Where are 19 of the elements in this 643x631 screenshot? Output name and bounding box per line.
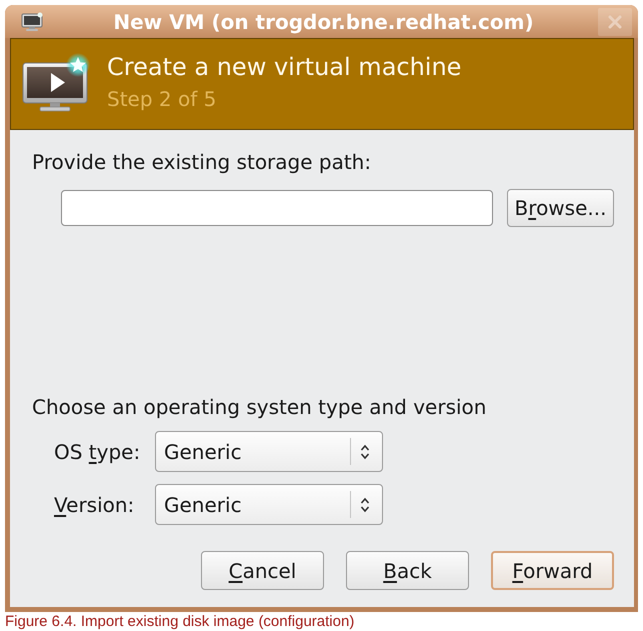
dialog-button[interactable]: Back [346, 551, 469, 590]
monitor-icon [21, 12, 43, 32]
storage-path-label: Provide the existing storage path: [32, 150, 372, 174]
up-down-chevron-icon [360, 496, 370, 512]
figure-caption: Figure 6.4. Import existing disk image (configuration) [5, 613, 356, 630]
close-icon [608, 14, 622, 28]
browse-button[interactable]: Browse... [507, 189, 614, 227]
dropdown[interactable]: Generic [155, 431, 383, 472]
field-label: OS type: [54, 440, 142, 464]
field-label: Version: [54, 492, 136, 516]
os-section-heading: Choose an operating systen type and version [32, 395, 488, 419]
dropdown[interactable]: Generic [155, 484, 383, 525]
dialog-button[interactable]: Cancel [201, 551, 324, 590]
dialog-button[interactable]: Forward [491, 551, 614, 590]
storage-path-field[interactable] [61, 190, 493, 226]
wizard-title: Create a new virtual machine [107, 53, 462, 81]
step-indicator: Step 2 of 5 [107, 87, 218, 111]
up-down-chevron-icon [360, 444, 370, 460]
window-title: New VM (on trogdor.bne.redhat.com) [112, 10, 535, 34]
